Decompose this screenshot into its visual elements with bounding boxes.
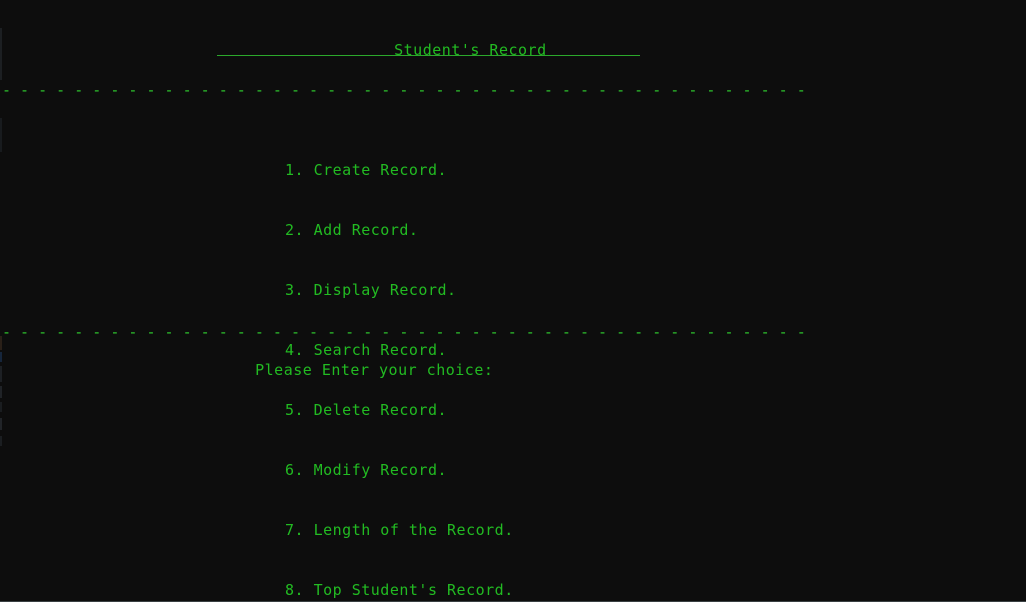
window-edge-artifact [0, 386, 2, 398]
menu-item-length-of-record[interactable]: 7. Length of the Record. [285, 520, 514, 540]
window-edge-artifact [0, 352, 2, 362]
menu-item-add-record[interactable]: 2. Add Record. [285, 220, 514, 240]
menu-item-top-student-record[interactable]: 8. Top Student's Record. [285, 580, 514, 600]
window-edge-artifact [0, 436, 2, 446]
menu-item-modify-record[interactable]: 6. Modify Record. [285, 460, 514, 480]
choice-prompt-label: Please Enter your choice: [255, 361, 494, 379]
title-underline [217, 55, 640, 56]
window-edge-artifact [0, 402, 2, 412]
window-edge-artifact [0, 118, 2, 152]
choice-prompt-row: Please Enter your choice: [217, 340, 501, 400]
menu-item-create-record[interactable]: 1. Create Record. [285, 160, 514, 180]
page-title: Student's Record [394, 41, 547, 59]
separator-top: - - - - - - - - - - - - - - - - - - - - … [2, 81, 806, 99]
terminal-window[interactable]: Student's Record - - - - - - - - - - - -… [0, 0, 1026, 602]
menu-item-delete-record[interactable]: 5. Delete Record. [285, 400, 514, 420]
window-edge-artifact [0, 366, 2, 382]
page-title-row: Student's Record [0, 20, 1026, 80]
window-edge-artifact [0, 418, 2, 430]
separator-bottom: - - - - - - - - - - - - - - - - - - - - … [2, 323, 806, 341]
menu-item-display-record[interactable]: 3. Display Record. [285, 280, 514, 300]
